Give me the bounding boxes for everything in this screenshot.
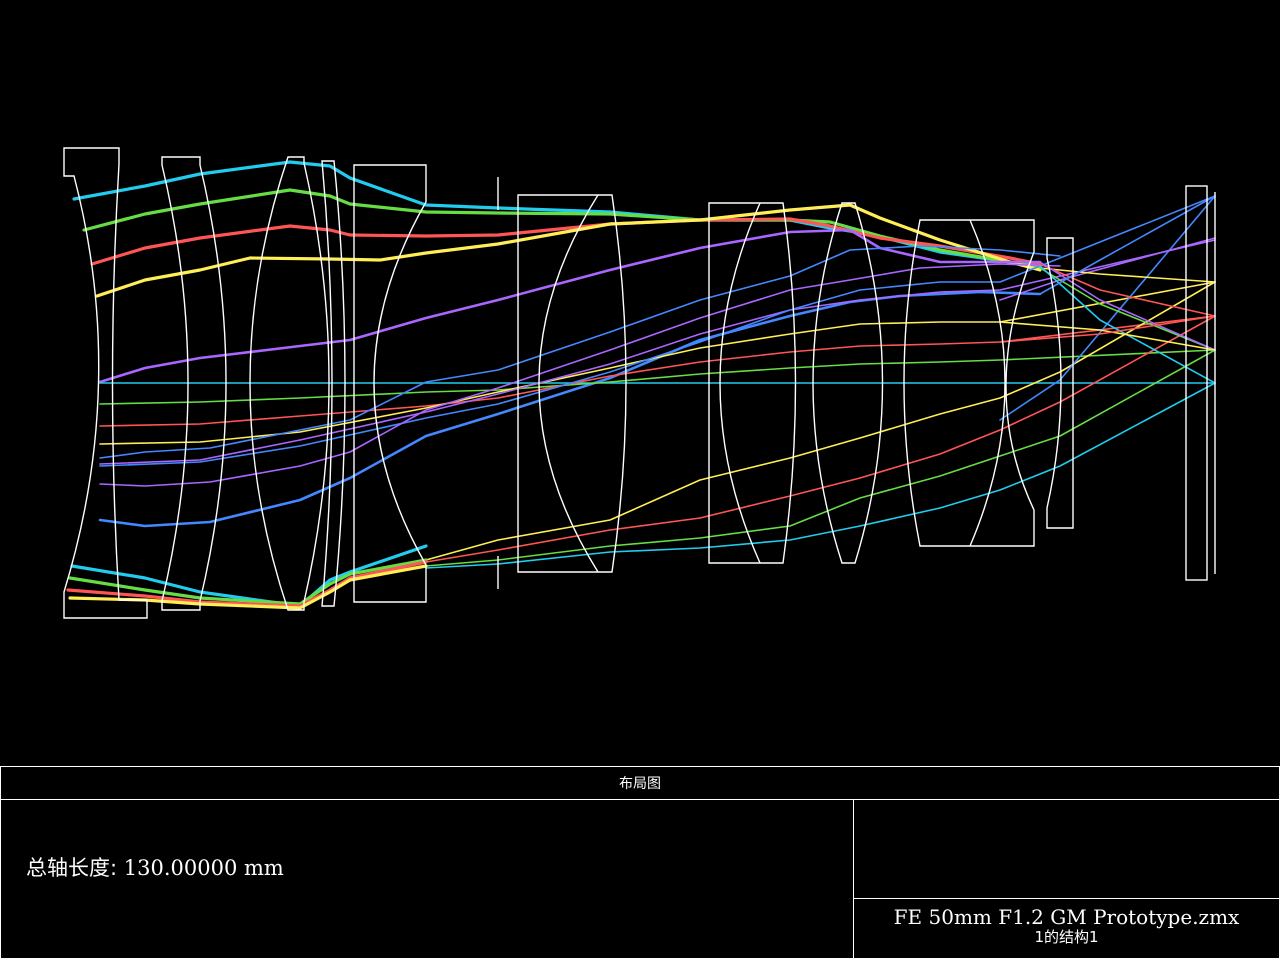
info-table: 布局图 总轴长度: 130.00000 mm FE 50mm F1.2 GM P… bbox=[0, 766, 1280, 959]
file-name: FE 50mm F1.2 GM Prototype.zmx bbox=[893, 905, 1240, 929]
file-info-cell: FE 50mm F1.2 GM Prototype.zmx 1的结构1 bbox=[853, 898, 1280, 959]
ray-12 bbox=[99, 195, 1216, 467]
main-info-cell: 总轴长度: 130.00000 mm bbox=[0, 799, 854, 959]
ray-5 bbox=[98, 228, 1042, 384]
axis-length-text: 总轴长度: 130.00000 mm bbox=[26, 852, 284, 882]
ray-10 bbox=[99, 281, 1216, 445]
ray-fans bbox=[66, 160, 1216, 610]
side-info-empty bbox=[853, 799, 1280, 899]
axis-length-value: 130.00000 mm bbox=[123, 856, 284, 880]
axis-length-label: 总轴长度: bbox=[26, 856, 118, 880]
configuration-name: 1的结构1 bbox=[1034, 928, 1099, 946]
ray-6 bbox=[98, 290, 1042, 528]
lens-layout-diagram bbox=[63, 147, 1216, 619]
plot-title: 布局图 bbox=[0, 766, 1280, 800]
